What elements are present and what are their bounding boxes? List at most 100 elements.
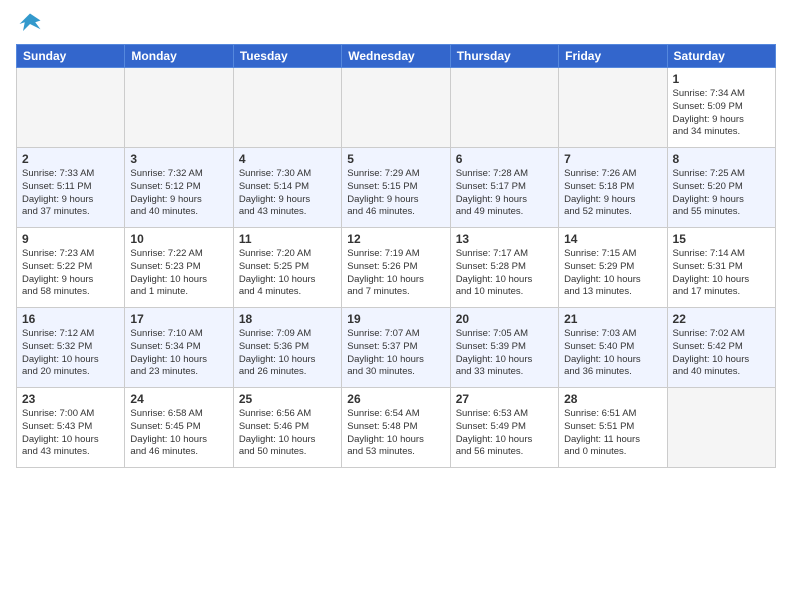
- day-detail: Sunrise: 6:53 AM Sunset: 5:49 PM Dayligh…: [456, 408, 553, 459]
- page: SundayMondayTuesdayWednesdayThursdayFrid…: [0, 0, 792, 478]
- day-number: 21: [564, 312, 661, 326]
- day-detail: Sunrise: 7:12 AM Sunset: 5:32 PM Dayligh…: [22, 328, 119, 379]
- day-detail: Sunrise: 7:22 AM Sunset: 5:23 PM Dayligh…: [130, 248, 227, 299]
- day-detail: Sunrise: 7:34 AM Sunset: 5:09 PM Dayligh…: [673, 88, 770, 139]
- calendar-cell: 11 Sunrise: 7:20 AM Sunset: 5:25 PM Dayli…: [233, 228, 341, 308]
- weekday-header-wednesday: Wednesday: [342, 45, 450, 68]
- logo: [16, 10, 48, 38]
- day-detail: Sunrise: 7:30 AM Sunset: 5:14 PM Dayligh…: [239, 168, 336, 219]
- day-detail: Sunrise: 7:26 AM Sunset: 5:18 PM Dayligh…: [564, 168, 661, 219]
- day-number: 11: [239, 232, 336, 246]
- calendar-cell: [233, 68, 341, 148]
- calendar-cell: 18 Sunrise: 7:09 AM Sunset: 5:36 PM Dayli…: [233, 308, 341, 388]
- day-number: 20: [456, 312, 553, 326]
- day-detail: Sunrise: 7:03 AM Sunset: 5:40 PM Dayligh…: [564, 328, 661, 379]
- day-number: 6: [456, 152, 553, 166]
- calendar-header: SundayMondayTuesdayWednesdayThursdayFrid…: [17, 45, 776, 68]
- calendar-cell: 10Sunrise: 7:22 AM Sunset: 5:23 PM Dayli…: [125, 228, 233, 308]
- day-number: 18: [239, 312, 336, 326]
- calendar-cell: 1 Sunrise: 7:34 AM Sunset: 5:09 PM Daylig…: [667, 68, 775, 148]
- calendar-cell: 28 Sunrise: 6:51 AM Sunset: 5:51 PM Dayli…: [559, 388, 667, 468]
- day-detail: Sunrise: 7:00 AM Sunset: 5:43 PM Dayligh…: [22, 408, 119, 459]
- calendar-cell: 3 Sunrise: 7:32 AM Sunset: 5:12 PM Daylig…: [125, 148, 233, 228]
- day-number: 16: [22, 312, 119, 326]
- day-detail: Sunrise: 6:51 AM Sunset: 5:51 PM Dayligh…: [564, 408, 661, 459]
- day-detail: Sunrise: 7:19 AM Sunset: 5:26 PM Dayligh…: [347, 248, 444, 299]
- calendar-cell: 25 Sunrise: 6:56 AM Sunset: 5:46 PM Dayli…: [233, 388, 341, 468]
- day-number: 13: [456, 232, 553, 246]
- day-detail: Sunrise: 7:28 AM Sunset: 5:17 PM Dayligh…: [456, 168, 553, 219]
- calendar-cell: 20 Sunrise: 7:05 AM Sunset: 5:39 PM Dayli…: [450, 308, 558, 388]
- day-detail: Sunrise: 7:32 AM Sunset: 5:12 PM Dayligh…: [130, 168, 227, 219]
- calendar-cell: 4 Sunrise: 7:30 AM Sunset: 5:14 PM Daylig…: [233, 148, 341, 228]
- day-detail: Sunrise: 7:02 AM Sunset: 5:42 PM Dayligh…: [673, 328, 770, 379]
- day-detail: Sunrise: 7:07 AM Sunset: 5:37 PM Dayligh…: [347, 328, 444, 379]
- week-row-1: 1 Sunrise: 7:34 AM Sunset: 5:09 PM Daylig…: [17, 68, 776, 148]
- calendar-cell: 16 Sunrise: 7:12 AM Sunset: 5:32 PM Dayli…: [17, 308, 125, 388]
- calendar-body: 1 Sunrise: 7:34 AM Sunset: 5:09 PM Daylig…: [17, 68, 776, 468]
- calendar-cell: 19 Sunrise: 7:07 AM Sunset: 5:37 PM Dayli…: [342, 308, 450, 388]
- calendar-cell: 27Sunrise: 6:53 AM Sunset: 5:49 PM Dayli…: [450, 388, 558, 468]
- week-row-2: 2Sunrise: 7:33 AM Sunset: 5:11 PM Daylig…: [17, 148, 776, 228]
- calendar-cell: 8 Sunrise: 7:25 AM Sunset: 5:20 PM Daylig…: [667, 148, 775, 228]
- calendar-cell: 5Sunrise: 7:29 AM Sunset: 5:15 PM Daylig…: [342, 148, 450, 228]
- weekday-header-saturday: Saturday: [667, 45, 775, 68]
- day-number: 7: [564, 152, 661, 166]
- calendar: SundayMondayTuesdayWednesdayThursdayFrid…: [16, 44, 776, 468]
- day-number: 14: [564, 232, 661, 246]
- day-number: 19: [347, 312, 444, 326]
- calendar-cell: 13 Sunrise: 7:17 AM Sunset: 5:28 PM Dayli…: [450, 228, 558, 308]
- calendar-cell: 9 Sunrise: 7:23 AM Sunset: 5:22 PM Daylig…: [17, 228, 125, 308]
- day-number: 15: [673, 232, 770, 246]
- day-detail: Sunrise: 6:56 AM Sunset: 5:46 PM Dayligh…: [239, 408, 336, 459]
- day-number: 1: [673, 72, 770, 86]
- calendar-cell: [125, 68, 233, 148]
- day-detail: Sunrise: 7:20 AM Sunset: 5:25 PM Dayligh…: [239, 248, 336, 299]
- calendar-cell: 15 Sunrise: 7:14 AM Sunset: 5:31 PM Dayli…: [667, 228, 775, 308]
- weekday-header-friday: Friday: [559, 45, 667, 68]
- day-number: 8: [673, 152, 770, 166]
- calendar-cell: 17Sunrise: 7:10 AM Sunset: 5:34 PM Dayli…: [125, 308, 233, 388]
- calendar-cell: 23 Sunrise: 7:00 AM Sunset: 5:43 PM Dayli…: [17, 388, 125, 468]
- calendar-cell: 12 Sunrise: 7:19 AM Sunset: 5:26 PM Dayli…: [342, 228, 450, 308]
- weekday-header-thursday: Thursday: [450, 45, 558, 68]
- calendar-cell: [450, 68, 558, 148]
- day-detail: Sunrise: 7:17 AM Sunset: 5:28 PM Dayligh…: [456, 248, 553, 299]
- day-number: 3: [130, 152, 227, 166]
- calendar-cell: 22 Sunrise: 7:02 AM Sunset: 5:42 PM Dayli…: [667, 308, 775, 388]
- day-number: 22: [673, 312, 770, 326]
- day-number: 12: [347, 232, 444, 246]
- day-detail: Sunrise: 6:54 AM Sunset: 5:48 PM Dayligh…: [347, 408, 444, 459]
- weekday-header-tuesday: Tuesday: [233, 45, 341, 68]
- header: [16, 10, 776, 38]
- day-detail: Sunrise: 7:14 AM Sunset: 5:31 PM Dayligh…: [673, 248, 770, 299]
- day-number: 24: [130, 392, 227, 406]
- week-row-5: 23 Sunrise: 7:00 AM Sunset: 5:43 PM Dayli…: [17, 388, 776, 468]
- day-number: 4: [239, 152, 336, 166]
- calendar-cell: 14Sunrise: 7:15 AM Sunset: 5:29 PM Dayli…: [559, 228, 667, 308]
- calendar-cell: 21 Sunrise: 7:03 AM Sunset: 5:40 PM Dayli…: [559, 308, 667, 388]
- day-detail: Sunrise: 7:23 AM Sunset: 5:22 PM Dayligh…: [22, 248, 119, 299]
- day-detail: Sunrise: 7:29 AM Sunset: 5:15 PM Dayligh…: [347, 168, 444, 219]
- day-number: 28: [564, 392, 661, 406]
- day-detail: Sunrise: 7:05 AM Sunset: 5:39 PM Dayligh…: [456, 328, 553, 379]
- calendar-cell: [342, 68, 450, 148]
- day-detail: Sunrise: 7:25 AM Sunset: 5:20 PM Dayligh…: [673, 168, 770, 219]
- weekday-header-sunday: Sunday: [17, 45, 125, 68]
- week-row-4: 16 Sunrise: 7:12 AM Sunset: 5:32 PM Dayli…: [17, 308, 776, 388]
- day-number: 9: [22, 232, 119, 246]
- day-number: 26: [347, 392, 444, 406]
- calendar-cell: 26 Sunrise: 6:54 AM Sunset: 5:48 PM Dayli…: [342, 388, 450, 468]
- day-detail: Sunrise: 7:09 AM Sunset: 5:36 PM Dayligh…: [239, 328, 336, 379]
- calendar-cell: [559, 68, 667, 148]
- logo-icon: [16, 10, 44, 38]
- week-row-3: 9 Sunrise: 7:23 AM Sunset: 5:22 PM Daylig…: [17, 228, 776, 308]
- day-number: 23: [22, 392, 119, 406]
- calendar-cell: 2Sunrise: 7:33 AM Sunset: 5:11 PM Daylig…: [17, 148, 125, 228]
- day-number: 25: [239, 392, 336, 406]
- day-number: 2: [22, 152, 119, 166]
- calendar-cell: [667, 388, 775, 468]
- day-detail: Sunrise: 6:58 AM Sunset: 5:45 PM Dayligh…: [130, 408, 227, 459]
- weekday-header-monday: Monday: [125, 45, 233, 68]
- weekday-row: SundayMondayTuesdayWednesdayThursdayFrid…: [17, 45, 776, 68]
